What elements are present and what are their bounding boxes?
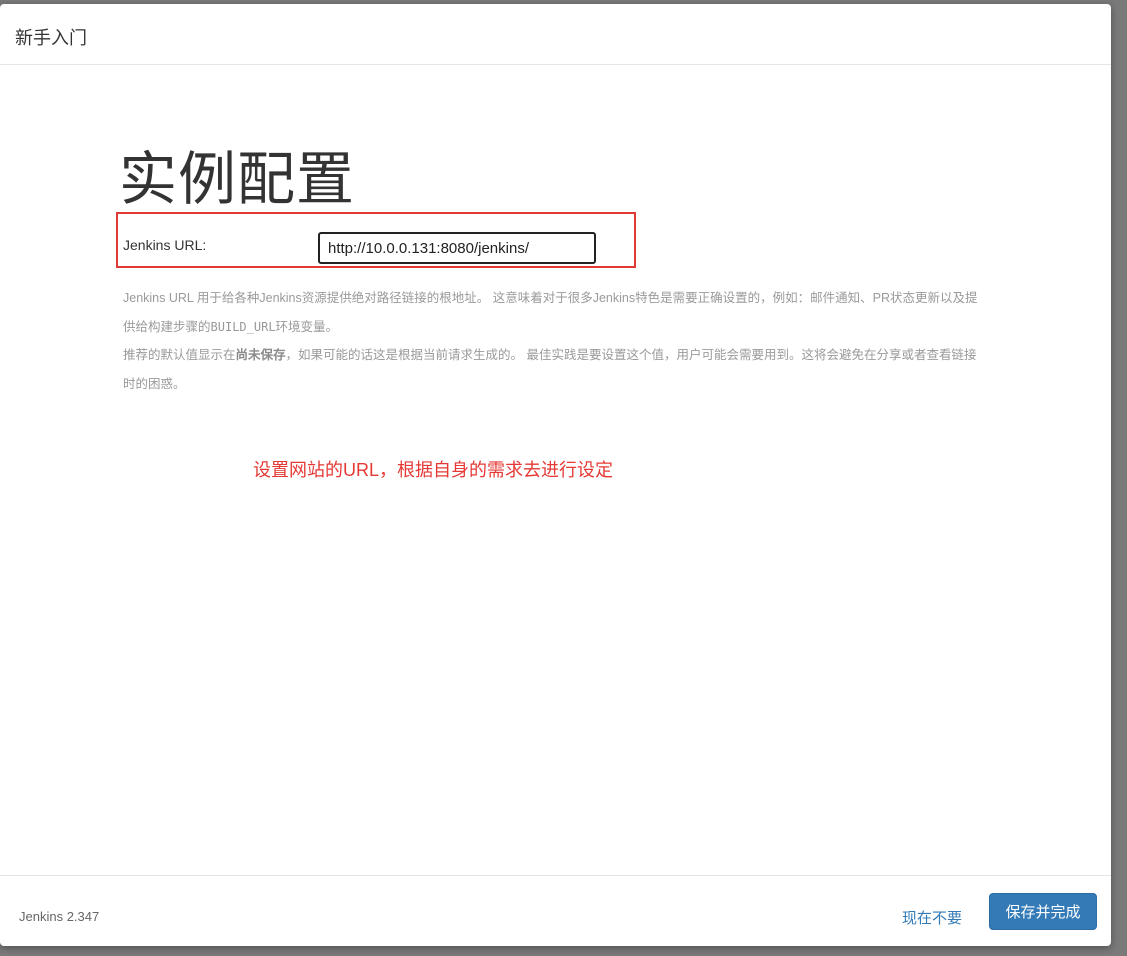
dialog-title: 新手入门 — [15, 28, 87, 48]
jenkins-url-input[interactable] — [318, 232, 596, 264]
jenkins-version: Jenkins 2.347 — [19, 909, 100, 924]
url-help-text: Jenkins URL 用于给各种Jenkins资源提供绝对路径链接的根地址。 … — [123, 284, 983, 398]
help-paragraph-1: Jenkins URL 用于给各种Jenkins资源提供绝对路径链接的根地址。 … — [123, 284, 983, 341]
setup-dialog: 新手入门 实例配置 Jenkins URL: Jenkins URL 用于给各种… — [0, 4, 1111, 946]
dialog-header: 新手入门 — [0, 4, 1111, 65]
skip-link[interactable]: 现在不要 — [902, 907, 962, 928]
jenkins-url-label: Jenkins URL: — [123, 237, 207, 253]
help-text-2a: 推荐的默认值显示在 — [123, 348, 236, 362]
page-title: 实例配置 — [119, 147, 356, 212]
build-url-code: BUILD_URL — [210, 319, 276, 334]
help-text-1b: 环境变量。 — [275, 319, 339, 334]
help-text-2-bold: 尚未保存 — [235, 348, 286, 362]
help-paragraph-2: 推荐的默认值显示在尚未保存，如果可能的话这是根据当前请求生成的。 最佳实践是要设… — [123, 341, 983, 398]
annotation-text: 设置网站的URL，根据自身的需求去进行设定 — [253, 460, 614, 480]
save-and-finish-button[interactable]: 保存并完成 — [989, 893, 1097, 930]
dialog-footer: Jenkins 2.347 现在不要 保存并完成 — [0, 875, 1111, 946]
